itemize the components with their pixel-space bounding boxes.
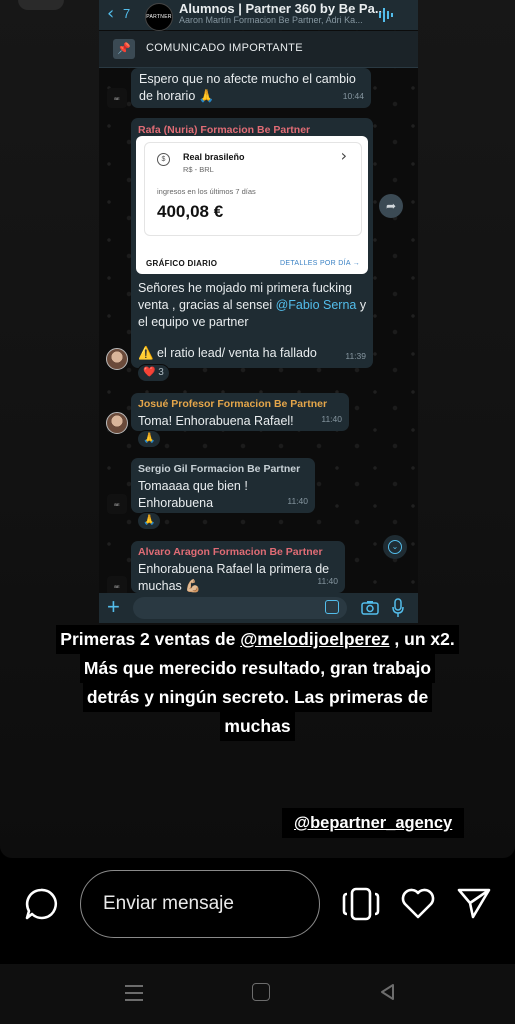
nav-menu-icon[interactable]: [123, 983, 145, 1003]
avatar: BE: [107, 494, 127, 514]
currency-icon: $: [157, 153, 170, 166]
income-card: $ Real brasileño R$ - BRL › ingresos en …: [136, 136, 368, 274]
caption-mention[interactable]: @melodijoelperez: [240, 629, 389, 649]
pinned-message: 📌 COMUNICADO IMPORTANTE: [99, 31, 418, 68]
story-content: ‹ 7 PARTNER Alumnos | Partner 360 by Be …: [0, 0, 515, 858]
whatsapp-screenshot: ‹ 7 PARTNER Alumnos | Partner 360 by Be …: [99, 0, 418, 623]
mention-tag-text: @bepartner_agency: [294, 814, 453, 832]
scroll-down-icon: ⌄: [388, 540, 402, 554]
caption-line: Primeras 2 ventas de @melodijoelperez , …: [56, 625, 459, 654]
message-bubble: Espero que no afecte mucho el cambio de …: [131, 68, 371, 108]
nav-back-icon[interactable]: [378, 982, 398, 1002]
group-members: Aaron Martín Formacion Be Partner, Adri …: [179, 15, 363, 25]
reply-input[interactable]: [80, 870, 320, 938]
income-label: ingresos en los últimos 7 días: [157, 187, 256, 196]
pinned-text: COMUNICADO IMPORTANTE: [146, 42, 303, 54]
caption-line: muchas: [220, 712, 295, 741]
message-text: Señores he mojado mi primera fucking ven…: [138, 280, 368, 331]
caption-text: Primeras 2 ventas de: [60, 629, 241, 649]
message-bubble: Josué Profesor Formacion Be Partner Toma…: [131, 393, 349, 431]
message-sender: Josué Profesor Formacion Be Partner: [138, 398, 328, 410]
message-bubble: Rafa (Nuria) Formacion Be Partner $ Real…: [131, 118, 373, 368]
caption-line: detrás y ningún secreto. Las primeras de: [82, 683, 433, 712]
currency-code: R$ - BRL: [183, 165, 214, 174]
sticker-icon[interactable]: [325, 600, 339, 614]
group-name: Alumnos | Partner 360 by Be Pa...: [179, 1, 386, 16]
reaction-badge: 🙏: [137, 430, 162, 448]
message-time: 11:39: [345, 351, 366, 361]
message-time: 11:40: [287, 496, 308, 506]
message-time: 11:40: [317, 576, 338, 586]
pin-icon: 📌: [113, 39, 135, 59]
message-sender: Sergio Gil Formacion Be Partner: [138, 463, 301, 475]
mention-tag[interactable]: @bepartner_agency: [282, 808, 465, 838]
message-text: ⚠️ el ratio lead/ venta ha fallado: [138, 346, 317, 360]
details-link: DETALLES POR DÍA →: [280, 260, 360, 267]
message-bubble: Alvaro Aragon Formacion Be Partner Enhor…: [131, 541, 345, 593]
message-text: Toma! Enhorabuena Rafael!: [138, 414, 294, 428]
message-text: Espero que no afecte mucho el cambio de …: [139, 72, 356, 103]
caption-text: , un x2.: [389, 629, 455, 649]
audio-wave-icon: [379, 8, 393, 22]
message-time: 11:40: [321, 414, 342, 424]
forward-icon[interactable]: ➦: [379, 194, 403, 218]
camera-icon[interactable]: [361, 599, 379, 617]
income-value: 400,08 €: [157, 202, 224, 221]
mic-icon[interactable]: [391, 598, 405, 618]
story-caption: Primeras 2 ventas de @melodijoelperez , …: [10, 625, 505, 741]
back-arrow-icon: ‹: [107, 3, 115, 24]
mention: @Fabio Serna: [275, 298, 357, 312]
profile-thumbnail: [18, 0, 64, 10]
message-text: Enhorabuena Rafael la primera de muchas …: [138, 562, 330, 593]
message-sender: Alvaro Aragon Formacion Be Partner: [138, 546, 323, 558]
message-time: 10:44: [342, 91, 364, 101]
avatar: BE: [107, 88, 127, 108]
avatar: [106, 348, 128, 370]
chat-bubble-icon[interactable]: [24, 887, 58, 921]
group-avatar: PARTNER: [145, 3, 173, 31]
chat-header: ‹ 7 PARTNER Alumnos | Partner 360 by Be …: [99, 0, 418, 31]
message-bubble: Sergio Gil Formacion Be Partner Tomaaaa …: [131, 458, 315, 513]
reaction-badge: ❤️ 3: [137, 364, 170, 382]
send-icon[interactable]: [456, 886, 492, 920]
scroll-down-button[interactable]: ⌄: [383, 535, 407, 559]
plus-icon[interactable]: +: [107, 594, 120, 620]
stack-icon[interactable]: [342, 886, 380, 922]
reaction-badge: 🙏: [137, 512, 162, 530]
chat-text-input[interactable]: [133, 597, 347, 619]
avatar: [106, 412, 128, 434]
heart-icon[interactable]: [400, 886, 436, 920]
chat-input-bar: +: [99, 593, 418, 623]
unread-count: 7: [123, 6, 131, 21]
nav-home-icon[interactable]: [252, 983, 270, 1001]
caption-line: Más que merecido resultado, gran trabajo: [79, 654, 436, 683]
chevron-right-icon: ›: [340, 146, 347, 165]
daily-chart-label: GRÁFICO DIARIO: [146, 259, 218, 268]
currency-panel: $ Real brasileño R$ - BRL › ingresos en …: [144, 142, 362, 236]
